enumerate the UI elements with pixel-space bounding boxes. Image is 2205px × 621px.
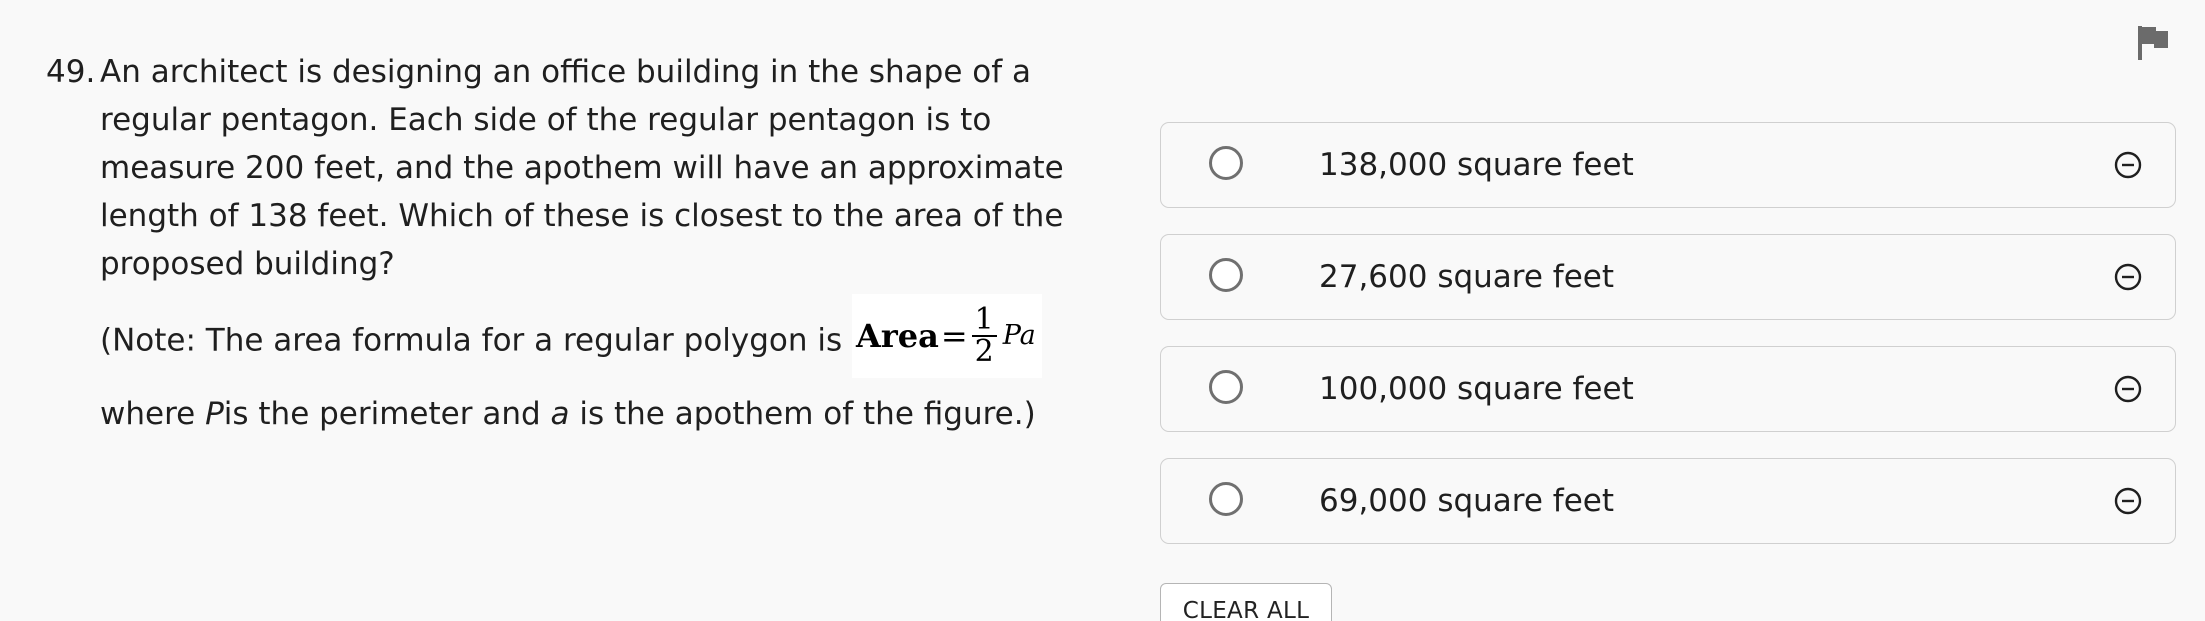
formula-word: Area xyxy=(856,317,939,355)
question-stem: An architect is designing an office buil… xyxy=(100,54,1064,282)
formula-fraction: 12 xyxy=(971,305,997,369)
formula-numerator: 1 xyxy=(971,305,997,337)
eliminate-icon[interactable] xyxy=(2113,374,2143,404)
formula-denominator: 2 xyxy=(974,334,994,369)
clear-all-button[interactable]: CLEAR ALL xyxy=(1160,583,1332,621)
note-where: where xyxy=(100,396,206,432)
question-number: 49. xyxy=(46,54,96,90)
question-block: 49. An architect is designing an office … xyxy=(46,48,1086,438)
choice-label: 100,000 square feet xyxy=(1319,371,1634,407)
choice-label: 27,600 square feet xyxy=(1319,259,1614,295)
area-formula: Area = 1 2 Pa xyxy=(852,294,1042,378)
answer-choices: 138,000 square feet 27,600 square feet 1… xyxy=(1160,122,2176,570)
answer-choice-b[interactable]: 27,600 square feet xyxy=(1160,234,2176,320)
question-note: (Note: The area formula for a regular po… xyxy=(100,294,1100,438)
eliminate-icon[interactable] xyxy=(2113,150,2143,180)
note-prefix: (Note: The area formula for a regular po… xyxy=(100,322,853,359)
answer-choice-d[interactable]: 69,000 square feet xyxy=(1160,458,2176,544)
choice-label: 69,000 square feet xyxy=(1319,483,1614,519)
radio-icon[interactable] xyxy=(1209,370,1243,404)
note-end: is the apothem of the figure.) xyxy=(569,396,1036,432)
formula-equals: = xyxy=(940,317,968,355)
note-var-a: a xyxy=(550,396,570,432)
eliminate-icon[interactable] xyxy=(2113,486,2143,516)
radio-icon[interactable] xyxy=(1209,482,1243,516)
choice-label: 138,000 square feet xyxy=(1319,147,1634,183)
flag-icon[interactable] xyxy=(2136,24,2170,62)
note-line2: where Pis the perimeter and a is the apo… xyxy=(100,390,1100,438)
note-mid: is the perimeter and xyxy=(223,396,551,432)
answer-choice-a[interactable]: 138,000 square feet xyxy=(1160,122,2176,208)
radio-icon[interactable] xyxy=(1209,258,1243,292)
radio-icon[interactable] xyxy=(1209,146,1243,180)
formula-vars: Pa xyxy=(1002,320,1036,351)
eliminate-icon[interactable] xyxy=(2113,262,2143,292)
question-page: 49. An architect is designing an office … xyxy=(0,0,2205,621)
note-var-p: P xyxy=(205,396,224,432)
answer-choice-c[interactable]: 100,000 square feet xyxy=(1160,346,2176,432)
